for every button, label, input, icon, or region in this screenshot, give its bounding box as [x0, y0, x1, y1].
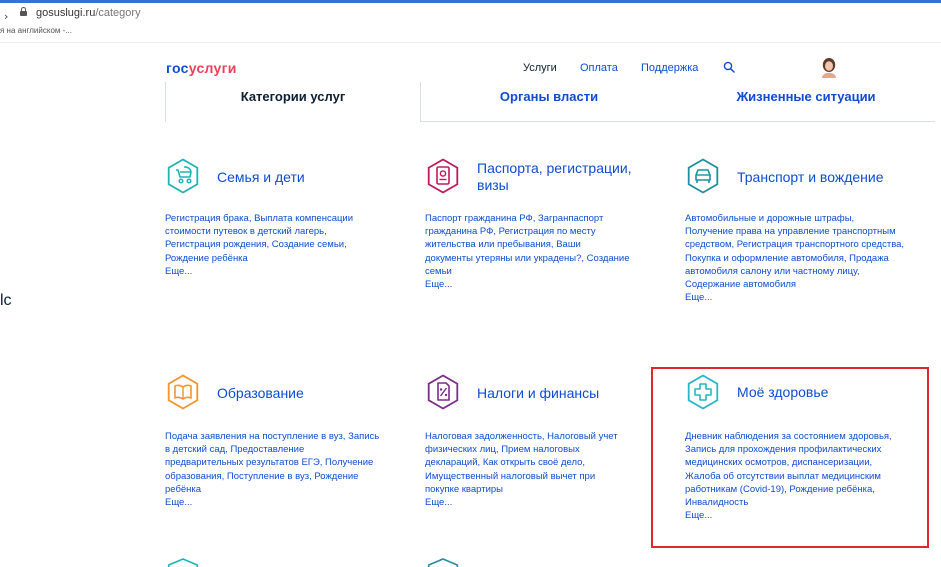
car-icon [687, 158, 719, 194]
nav-support[interactable]: Поддержка [641, 62, 698, 74]
category-links[interactable]: Налоговая задолженность, Налоговый учет … [425, 431, 618, 495]
category-tabs: Категории услуг Органы власти Жизненные … [165, 82, 935, 122]
tax-document-icon [427, 374, 459, 410]
tab-authorities[interactable]: Органы власти [421, 82, 677, 122]
nav-services[interactable]: Услуги [523, 62, 557, 74]
more-link[interactable]: Еще... [165, 496, 380, 509]
category-title[interactable]: Семья и дети [217, 169, 305, 186]
more-link[interactable]: Еще... [165, 265, 380, 278]
address-url[interactable]: gosuslugi.ru/category [36, 7, 141, 19]
bookmark-divider [0, 42, 941, 43]
search-icon[interactable] [723, 61, 735, 73]
more-link[interactable]: Еще... [425, 496, 630, 509]
category-title[interactable]: Налоги и финансы [477, 385, 599, 402]
bookmark-item[interactable]: я на английском -... [0, 26, 72, 35]
side-text-fragment: lс [0, 292, 12, 309]
more-link[interactable]: Еще... [425, 278, 630, 291]
partial-hexagon-icon [427, 558, 459, 567]
browser-address-bar[interactable]: › gosuslugi.ru/category [0, 3, 941, 23]
category-description: Регистрация брака, Выплата компенсации с… [165, 212, 380, 278]
lock-icon[interactable] [20, 7, 27, 16]
tab-life-situations[interactable]: Жизненные ситуации [677, 82, 935, 122]
category-title[interactable]: Транспорт и вождение [737, 169, 884, 186]
stroller-icon [167, 158, 199, 194]
avatar[interactable] [818, 56, 840, 78]
highlight-box [651, 367, 929, 548]
category-links[interactable]: Автомобильные и дорожные штрафы, Получен… [685, 213, 904, 290]
more-link[interactable]: Еще... [685, 291, 905, 304]
category-description: Паспорт гражданина РФ, Загранпаспорт гра… [425, 212, 630, 291]
category-title[interactable]: Паспорта, регистрации, визы [477, 160, 645, 194]
nav-payment[interactable]: Оплата [580, 62, 618, 74]
url-path: /category [95, 7, 141, 19]
category-description: Налоговая задолженность, Налоговый учет … [425, 430, 630, 509]
logo-part-uslugi: услуги [188, 60, 237, 76]
category-title[interactable]: Образование [217, 385, 304, 402]
site-header: госуслуги Услуги Оплата Поддержка [0, 52, 941, 82]
forward-button[interactable]: › [4, 10, 8, 23]
tab-service-categories[interactable]: Категории услуг [165, 82, 421, 122]
category-description: Подача заявления на поступление в вуз, З… [165, 430, 380, 509]
category-links[interactable]: Паспорт гражданина РФ, Загранпаспорт гра… [425, 213, 630, 277]
book-icon [167, 374, 199, 410]
category-description: Автомобильные и дорожные штрафы, Получен… [685, 212, 905, 304]
partial-hexagon-icon [167, 558, 199, 567]
url-host: gosuslugi.ru [36, 7, 96, 19]
category-links[interactable]: Подача заявления на поступление в вуз, З… [165, 431, 379, 495]
gosuslugi-logo[interactable]: госуслуги [166, 60, 237, 76]
category-links[interactable]: Регистрация брака, Выплата компенсации с… [165, 213, 353, 264]
logo-part-gos: гос [166, 60, 189, 76]
passport-icon [427, 158, 459, 194]
